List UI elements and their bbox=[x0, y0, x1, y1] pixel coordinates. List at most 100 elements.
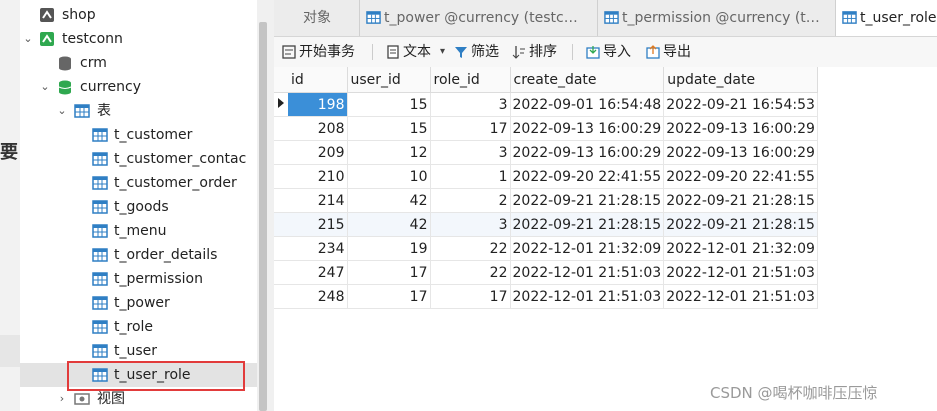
tree-node-currency[interactable]: ⌄ currency bbox=[20, 75, 257, 99]
table-cell[interactable]: 15 bbox=[347, 116, 431, 141]
filter-button[interactable]: 筛选 bbox=[454, 37, 506, 67]
table-cell[interactable]: 2 bbox=[430, 188, 511, 213]
table-cell[interactable]: 248 bbox=[288, 284, 348, 309]
table-cell[interactable]: 15 bbox=[347, 92, 431, 117]
table-cell[interactable]: 214 bbox=[288, 188, 348, 213]
tree-item-t_permission[interactable]: t_permission bbox=[20, 267, 257, 291]
table-cell[interactable]: 19 bbox=[347, 236, 431, 261]
tab-label: t_permission @currency (t… bbox=[622, 10, 820, 26]
table-cell[interactable]: 2022-09-20 22:41:55 bbox=[663, 164, 818, 189]
tree-item-t_customer[interactable]: t_customer bbox=[20, 123, 257, 147]
table-row[interactable]: 247 17 22 2022-12-01 21:51:03 2022-12-01… bbox=[274, 260, 818, 285]
tab-t_user_role[interactable]: t_user_role bbox=[836, 0, 937, 36]
table-cell[interactable]: 2022-09-13 16:00:29 bbox=[663, 116, 818, 141]
table-cell[interactable]: 3 bbox=[430, 212, 511, 237]
begin-transaction-button[interactable]: 开始事务 bbox=[282, 37, 364, 67]
tab-label: t_user_role bbox=[860, 10, 937, 26]
table-cell[interactable]: 22 bbox=[430, 236, 511, 261]
tree-item-t_order_details[interactable]: t_order_details bbox=[20, 243, 257, 267]
table-cell[interactable]: 2022-09-21 21:28:15 bbox=[663, 212, 818, 237]
table-cell[interactable]: 1 bbox=[430, 164, 511, 189]
export-button[interactable]: 导出 bbox=[646, 37, 698, 67]
table-row[interactable]: 210 10 1 2022-09-20 22:41:55 2022-09-20 … bbox=[274, 164, 818, 189]
tree-item-t_role[interactable]: t_role bbox=[20, 315, 257, 339]
scrollbar-thumb[interactable] bbox=[259, 22, 267, 411]
table-cell[interactable]: 17 bbox=[347, 284, 431, 309]
table-row[interactable]: 209 12 3 2022-09-13 16:00:29 2022-09-13 … bbox=[274, 140, 818, 165]
table-cell[interactable]: 42 bbox=[347, 188, 431, 213]
tree-node-shop[interactable]: shop bbox=[20, 3, 257, 27]
table-cell[interactable]: 2022-12-01 21:51:03 bbox=[663, 260, 818, 285]
table-cell[interactable]: 22 bbox=[430, 260, 511, 285]
tab-objects[interactable]: 对象 bbox=[274, 0, 360, 36]
column-header-user_id[interactable]: user_id bbox=[347, 67, 431, 93]
table-row[interactable]: 198 15 3 2022-09-01 16:54:48 2022-09-21 … bbox=[274, 92, 818, 117]
table-cell[interactable]: 2022-09-21 21:28:15 bbox=[663, 188, 818, 213]
tab-t_permission[interactable]: t_permission @currency (t… bbox=[598, 0, 836, 36]
tree-item-t_power[interactable]: t_power bbox=[20, 291, 257, 315]
table-cell[interactable]: 209 bbox=[288, 140, 348, 165]
tab-t_power[interactable]: t_power @currency (testc… bbox=[360, 0, 598, 36]
table-cell[interactable]: 2022-09-13 16:00:29 bbox=[663, 140, 818, 165]
tree-item-t_customer_contac[interactable]: t_customer_contac bbox=[20, 147, 257, 171]
table-cell[interactable]: 210 bbox=[288, 164, 348, 189]
highlight-box bbox=[67, 361, 245, 391]
table-cell[interactable]: 12 bbox=[347, 140, 431, 165]
row-marker-cell bbox=[274, 236, 288, 261]
table-cell[interactable]: 2022-09-13 16:00:29 bbox=[510, 140, 665, 165]
table-cell[interactable]: 2022-12-01 21:51:03 bbox=[510, 284, 665, 309]
table-cell[interactable]: 17 bbox=[430, 116, 511, 141]
table-cell[interactable]: 247 bbox=[288, 260, 348, 285]
table-cell[interactable]: 234 bbox=[288, 236, 348, 261]
chevron-down-icon[interactable]: ⌄ bbox=[22, 27, 34, 51]
column-header-role_id[interactable]: role_id bbox=[430, 67, 511, 93]
table-cell[interactable]: 208 bbox=[288, 116, 348, 141]
table-row[interactable]: 234 19 22 2022-12-01 21:32:09 2022-12-01… bbox=[274, 236, 818, 261]
table-cell[interactable]: 17 bbox=[347, 260, 431, 285]
table-cell[interactable]: 2022-12-01 21:51:03 bbox=[510, 260, 665, 285]
table-cell[interactable]: 10 bbox=[347, 164, 431, 189]
table-cell[interactable]: 2022-12-01 21:32:09 bbox=[663, 236, 818, 261]
transaction-icon bbox=[282, 45, 296, 59]
tree-item-t_goods[interactable]: t_goods bbox=[20, 195, 257, 219]
table-icon bbox=[92, 344, 108, 358]
tree-node-crm[interactable]: crm bbox=[20, 51, 257, 75]
table-cell[interactable]: 42 bbox=[347, 212, 431, 237]
table-cell[interactable]: 3 bbox=[430, 140, 511, 165]
tree-item-t_menu[interactable]: t_menu bbox=[20, 219, 257, 243]
chevron-down-icon[interactable]: ⌄ bbox=[56, 99, 68, 123]
table-cell[interactable]: 2022-09-01 16:54:48 bbox=[510, 92, 665, 117]
table-row[interactable]: 208 15 17 2022-09-13 16:00:29 2022-09-13… bbox=[274, 116, 818, 141]
column-header-id[interactable]: id bbox=[288, 67, 348, 93]
tree-label: t_goods bbox=[114, 199, 169, 215]
table-cell[interactable]: 2022-09-21 21:28:15 bbox=[510, 212, 665, 237]
tree-item-t_customer_order[interactable]: t_customer_order bbox=[20, 171, 257, 195]
table-row[interactable]: 215 42 3 2022-09-21 21:28:15 2022-09-21 … bbox=[274, 212, 818, 237]
table-cell[interactable]: 2022-09-20 22:41:55 bbox=[510, 164, 665, 189]
column-header-update_date[interactable]: update_date bbox=[663, 67, 818, 93]
tree-item-t_user[interactable]: t_user bbox=[20, 339, 257, 363]
table-cell[interactable]: 2022-09-13 16:00:29 bbox=[510, 116, 665, 141]
chevron-down-icon[interactable]: ⌄ bbox=[39, 75, 51, 99]
table-icon bbox=[92, 296, 108, 310]
table-cell[interactable]: 2022-12-01 21:51:03 bbox=[663, 284, 818, 309]
table-cell[interactable]: 2022-09-21 21:28:15 bbox=[510, 188, 665, 213]
table-cell[interactable]: 2022-12-01 21:32:09 bbox=[510, 236, 665, 261]
table-cell[interactable]: 215 bbox=[288, 212, 348, 237]
column-header-create_date[interactable]: create_date bbox=[510, 67, 665, 93]
import-button[interactable]: 导入 bbox=[586, 37, 638, 67]
table-cell[interactable]: 2022-09-21 16:54:53 bbox=[663, 92, 818, 117]
dropdown-caret-icon[interactable]: ▾ bbox=[440, 37, 445, 67]
table-cell[interactable]: 17 bbox=[430, 284, 511, 309]
button-label: 开始事务 bbox=[299, 44, 355, 60]
table-row[interactable]: 214 42 2 2022-09-21 21:28:15 2022-09-21 … bbox=[274, 188, 818, 213]
table-row[interactable]: 248 17 17 2022-12-01 21:51:03 2022-12-01… bbox=[274, 284, 818, 309]
tree-label: 表 bbox=[97, 103, 111, 119]
tree-scrollbar[interactable] bbox=[257, 0, 274, 411]
table-cell[interactable]: 3 bbox=[430, 92, 511, 117]
text-view-button[interactable]: 文本 ▾ bbox=[386, 37, 448, 67]
table-cell[interactable]: 198 bbox=[288, 92, 348, 117]
sort-button[interactable]: 排序 bbox=[512, 37, 564, 67]
tree-node-testconn[interactable]: ⌄ testconn bbox=[20, 27, 257, 51]
tree-node-tables-folder[interactable]: ⌄ 表 bbox=[20, 99, 257, 123]
